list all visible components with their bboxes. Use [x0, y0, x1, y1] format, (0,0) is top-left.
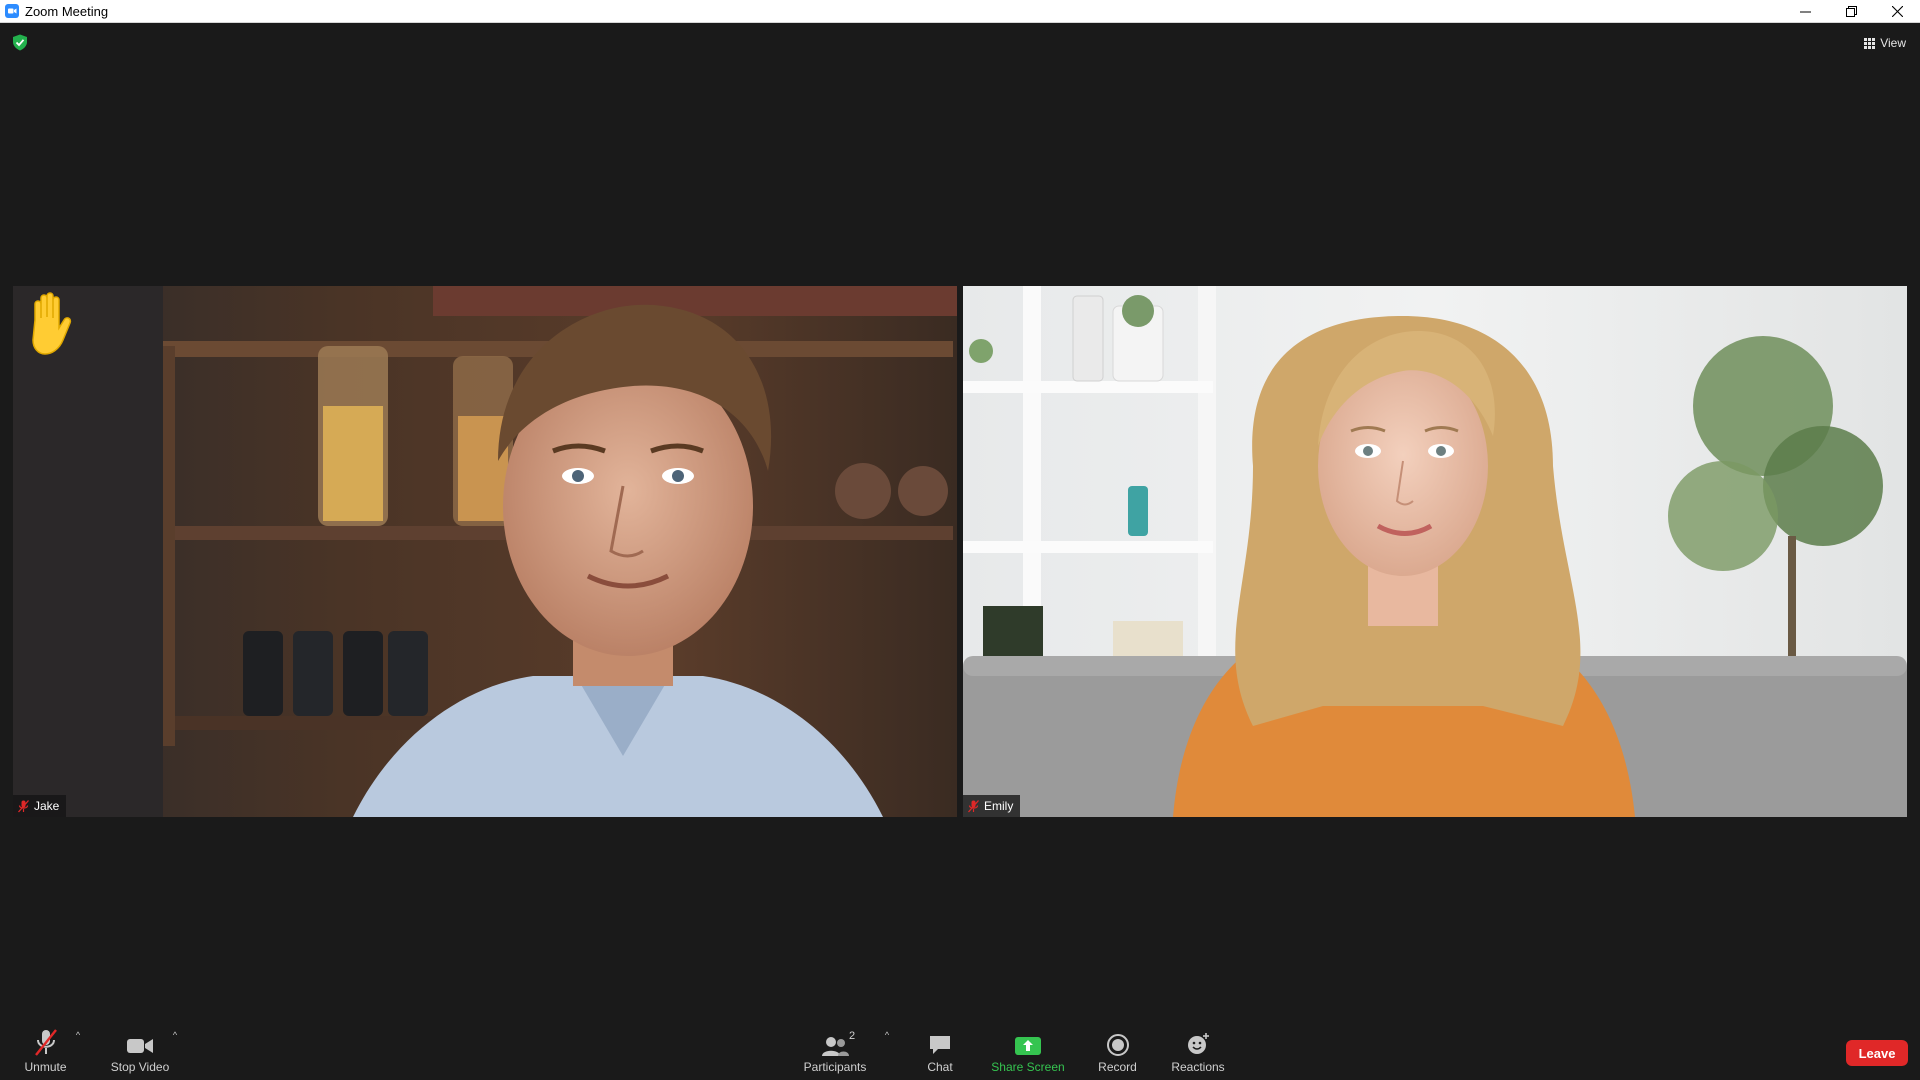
chat-label: Chat — [927, 1060, 953, 1074]
participant-name-tag: Emily — [963, 795, 1021, 817]
grid-icon — [1864, 37, 1876, 49]
close-button[interactable] — [1874, 0, 1920, 23]
share-screen-button[interactable]: Share Screen — [990, 1026, 1066, 1076]
raise-hand-icon — [32, 292, 72, 355]
restore-button[interactable] — [1828, 0, 1874, 23]
share-screen-icon — [1015, 1037, 1041, 1055]
reactions-label: Reactions — [1171, 1060, 1225, 1074]
participants-button[interactable]: 2 Participants — [800, 1026, 870, 1076]
unmute-label: Unmute — [24, 1060, 67, 1074]
participants-count: 2 — [849, 1030, 856, 1042]
record-icon — [1106, 1034, 1129, 1056]
view-label: View — [1880, 36, 1906, 50]
meeting-controls-toolbar: Unmute ^ Stop Video ^ 2 Participants ^ C… — [0, 1020, 1920, 1080]
chat-button[interactable]: Chat — [920, 1026, 960, 1076]
video-tile-emily[interactable]: Emily — [963, 286, 1907, 817]
window-title-bar: Zoom Meeting — [0, 0, 1920, 23]
stop-video-button[interactable]: Stop Video — [105, 1026, 175, 1076]
close-icon — [1891, 6, 1903, 17]
record-button[interactable]: Record — [1095, 1026, 1140, 1076]
minimize-icon — [1799, 11, 1811, 13]
stop-video-label: Stop Video — [110, 1060, 170, 1074]
participants-options-caret[interactable]: ^ — [882, 1030, 892, 1040]
window-title: Zoom Meeting — [25, 3, 109, 19]
participants-label: Participants — [803, 1060, 867, 1074]
shield-check-icon[interactable] — [12, 34, 28, 51]
video-options-caret[interactable]: ^ — [170, 1030, 180, 1040]
muted-mic-icon — [18, 799, 29, 812]
audio-options-caret[interactable]: ^ — [73, 1030, 83, 1040]
window-controls — [1782, 0, 1920, 23]
leave-button[interactable]: Leave — [1846, 1040, 1908, 1066]
share-screen-label: Share Screen — [991, 1060, 1065, 1074]
unmute-button[interactable]: Unmute — [18, 1026, 73, 1076]
zoom-app-icon — [5, 4, 19, 18]
video-camera-icon — [127, 1039, 153, 1053]
reactions-icon — [1188, 1033, 1209, 1054]
restore-icon — [1845, 6, 1857, 17]
record-label: Record — [1098, 1060, 1137, 1074]
muted-mic-icon — [34, 1029, 57, 1056]
participant-name: Emily — [984, 799, 1014, 813]
participant-video-emily — [963, 286, 1907, 817]
chat-icon — [930, 1036, 950, 1054]
participant-name-tag: Jake — [13, 795, 67, 817]
minimize-button[interactable] — [1782, 0, 1828, 23]
participant-name: Jake — [34, 799, 60, 813]
view-button[interactable]: View — [1864, 34, 1906, 52]
reactions-button[interactable]: Reactions — [1169, 1026, 1227, 1076]
participants-icon — [822, 1037, 849, 1056]
participant-video-jake — [13, 286, 957, 817]
muted-mic-icon — [968, 799, 979, 812]
video-tile-jake[interactable]: Jake — [13, 286, 957, 817]
